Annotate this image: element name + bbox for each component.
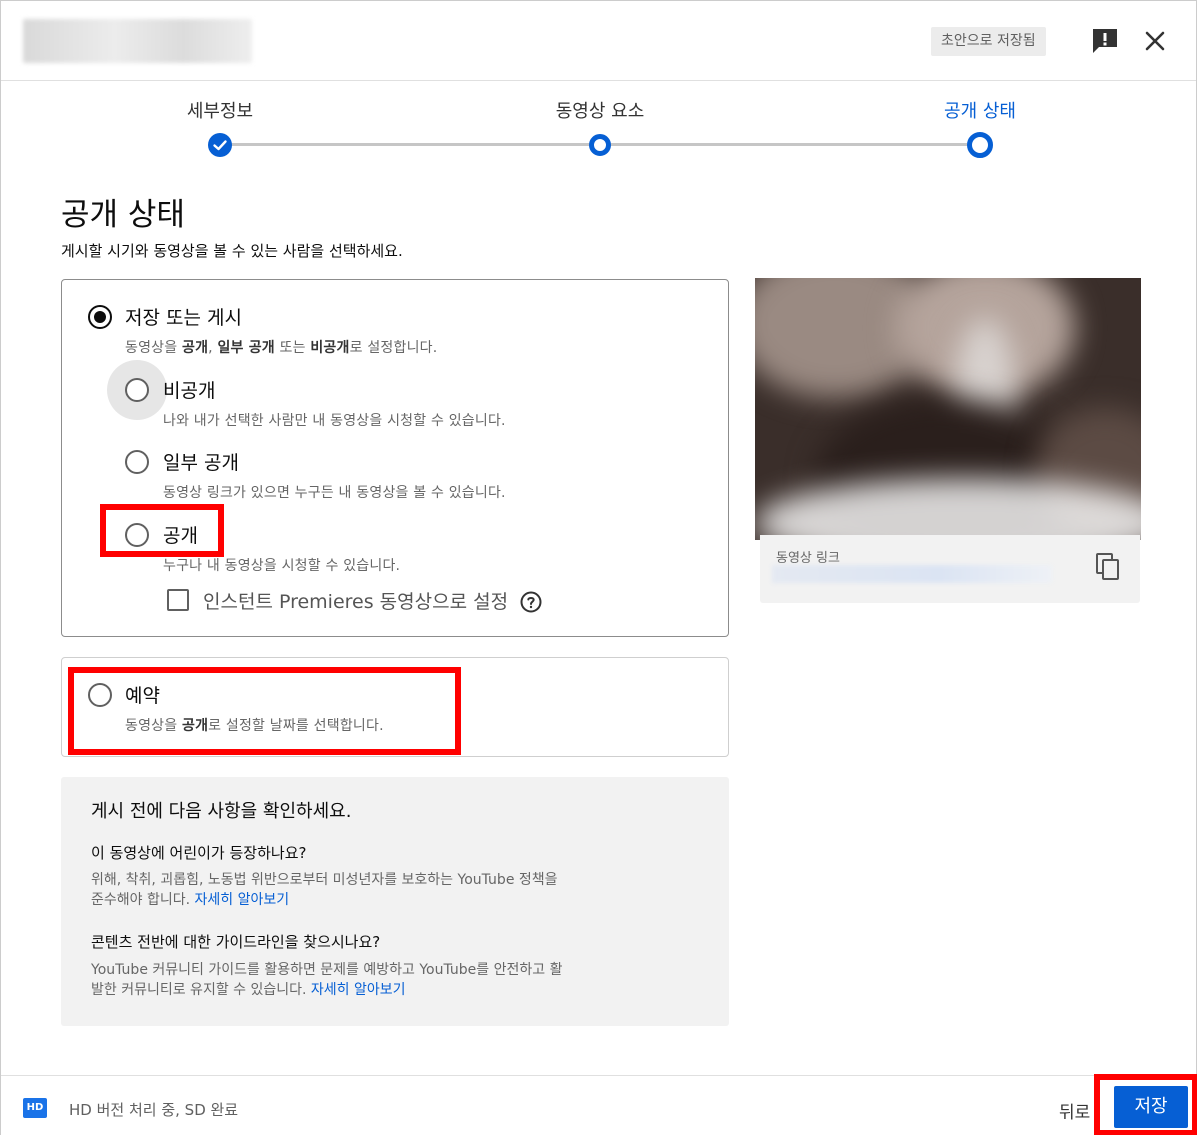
instant-premiere-label[interactable]: 인스턴트 Premieres 동영상으로 설정 [203, 587, 508, 614]
dialog-header: 초안으로 저장됨 [1, 1, 1196, 81]
close-icon[interactable] [1139, 25, 1171, 57]
private-label[interactable]: 비공개 [163, 376, 215, 403]
step-connector [231, 143, 589, 146]
draft-status-badge: 초안으로 저장됨 [931, 27, 1046, 56]
feedback-icon[interactable] [1089, 25, 1121, 57]
save-or-publish-radio[interactable] [88, 305, 112, 329]
upload-dialog: 초안으로 저장됨 세부정보 동영상 요소 공개 상태 공개 상태 게시할 시기와… [0, 0, 1197, 1135]
save-or-publish-desc: 동영상을 공개, 일부 공개 또는 비공개로 설정합니다. [125, 340, 438, 356]
video-title-blurred [23, 19, 252, 63]
public-desc: 누구나 내 동영상을 시청할 수 있습니다. [163, 558, 401, 574]
prepublish-checklist: 게시 전에 다음 사항을 확인하세요. 이 동영상에 어린이가 등장하나요? 위… [61, 777, 729, 1026]
upload-stepper: 세부정보 동영상 요소 공개 상태 [1, 81, 1196, 171]
checklist-answer-guidelines: YouTube 커뮤니티 가이드를 활용하면 문제를 예방하고 YouTube를… [91, 962, 563, 998]
unlisted-radio[interactable] [125, 450, 149, 474]
step-connector [611, 143, 967, 146]
public-label[interactable]: 공개 [163, 521, 198, 548]
schedule-card: 예약 동영상을 공개로 설정할 날짜를 선택합니다. [61, 657, 729, 757]
page-title: 공개 상태 [61, 197, 185, 233]
checklist-question-guidelines: 콘텐츠 전반에 대한 가이드라인을 찾으시나요? [91, 933, 381, 951]
step-label-details[interactable]: 세부정보 [120, 97, 320, 123]
private-desc: 나와 내가 선택한 사람만 내 동영상을 시청할 수 있습니다. [163, 413, 506, 429]
video-link-box: 동영상 링크 [760, 535, 1140, 603]
learn-more-link[interactable]: 자세히 알아보기 [311, 982, 406, 998]
video-link-label: 동영상 링크 [776, 551, 840, 566]
schedule-radio[interactable] [88, 683, 112, 707]
save-or-publish-label[interactable]: 저장 또는 게시 [125, 303, 242, 330]
schedule-desc: 동영상을 공개로 설정할 날짜를 선택합니다. [125, 718, 384, 734]
step-current-dot[interactable] [967, 132, 993, 158]
instant-premiere-checkbox[interactable] [167, 589, 189, 611]
check-icon [213, 140, 227, 151]
unlisted-label[interactable]: 일부 공개 [163, 448, 239, 475]
schedule-label[interactable]: 예약 [125, 681, 160, 708]
video-link-url-blurred[interactable] [772, 565, 1052, 583]
checklist-question-children: 이 동영상에 어린이가 등장하나요? [91, 844, 307, 862]
dialog-footer: HD HD 버전 처리 중, SD 완료 뒤로 [1, 1075, 1196, 1135]
help-icon[interactable] [519, 590, 543, 614]
step-visited-dot[interactable] [589, 134, 611, 156]
save-button[interactable]: 저장 [1114, 1086, 1188, 1128]
page-subtitle: 게시할 시기와 동영상을 볼 수 있는 사람을 선택하세요. [61, 242, 403, 260]
step-done-dot[interactable] [208, 133, 232, 157]
learn-more-link[interactable]: 자세히 알아보기 [195, 892, 290, 908]
copy-icon[interactable] [1094, 551, 1124, 583]
private-radio[interactable] [125, 378, 149, 402]
processing-status: HD 버전 처리 중, SD 완료 [69, 1101, 239, 1119]
unlisted-desc: 동영상 링크가 있으면 누구든 내 동영상을 볼 수 있습니다. [163, 485, 506, 501]
back-button[interactable]: 뒤로 [1059, 1098, 1090, 1123]
checklist-title: 게시 전에 다음 사항을 확인하세요. [91, 801, 352, 822]
checklist-answer-children: 위해, 착취, 괴롭힘, 노동법 위반으로부터 미성년자를 보호하는 YouTu… [91, 872, 558, 908]
video-preview-thumbnail[interactable] [755, 278, 1141, 540]
save-or-publish-card: 저장 또는 게시 동영상을 공개, 일부 공개 또는 비공개로 설정합니다. 비… [61, 279, 729, 637]
step-label-visibility[interactable]: 공개 상태 [880, 97, 1080, 123]
hd-processing-icon: HD [23, 1098, 47, 1118]
step-label-video-elements[interactable]: 동영상 요소 [500, 97, 700, 123]
public-radio[interactable] [125, 523, 149, 547]
